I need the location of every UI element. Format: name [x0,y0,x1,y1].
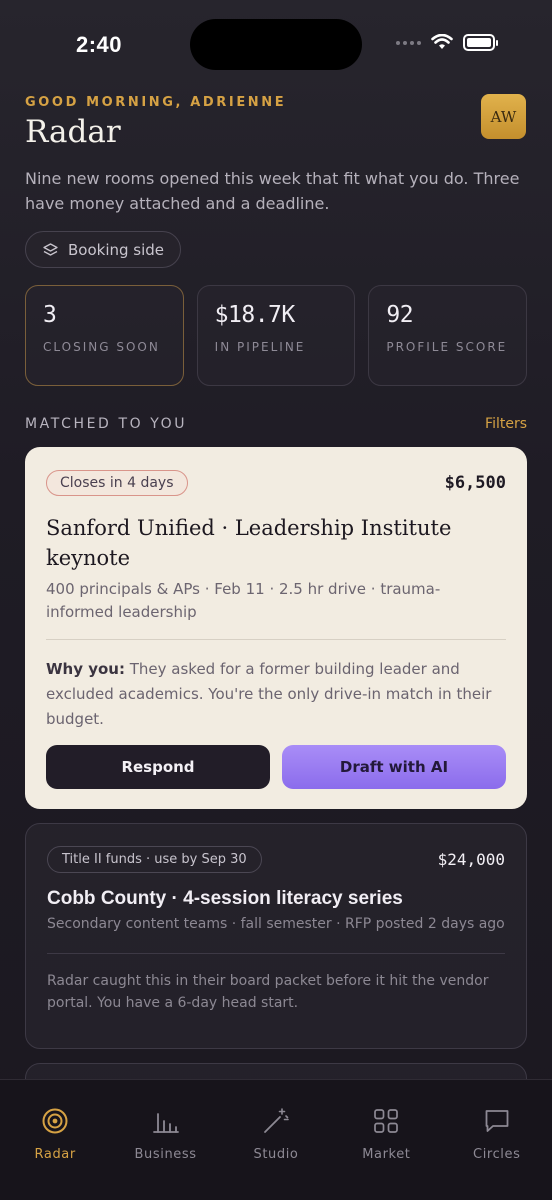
tab-label: Studio [253,1147,299,1162]
respond-button[interactable]: Respond [46,745,270,789]
opportunity-card[interactable]: Title II funds · use by Sep 30 $24,000 C… [25,823,527,1049]
booking-side-label: Booking side [68,240,165,259]
why-you-label: Why you: [46,660,125,678]
filters-link[interactable]: Filters [485,416,527,432]
layers-icon [43,243,58,256]
wifi-icon [431,34,453,49]
tab-label: Market [362,1147,411,1162]
clock: 2:40 [76,32,123,57]
opportunity-meta: Secondary content teams · fall semester … [47,916,505,932]
greeting: GOOD MORNING, ADRIENNE [25,95,287,110]
stat-value: 3 [43,302,57,328]
chat-icon [485,1110,509,1132]
page-title: Radar [25,114,121,150]
tab-studio[interactable]: Studio [221,1080,331,1200]
deadline-badge: Closes in 4 days [46,470,188,496]
opportunity-price: $6,500 [444,473,506,493]
tab-label: Business [134,1147,197,1162]
stat-label: PROFILE SCORE [386,340,508,354]
stat-profile-score[interactable]: 92 PROFILE SCORE [368,285,528,386]
tab-business[interactable]: Business [110,1080,220,1200]
opportunity-price: $24,000 [437,850,505,869]
magic-wand-icon [264,1108,289,1133]
stats-row: 3 CLOSING SOON $18.7K IN PIPELINE 92 PRO… [25,285,528,386]
opportunity-note: Radar caught this in their board packet … [47,973,489,1011]
section-header: MATCHED TO YOU Filters [25,416,527,432]
section-title: MATCHED TO YOU [25,416,188,432]
battery-icon [463,34,498,51]
tab-bar: Radar Business Studio Market Circles [0,1079,552,1200]
tab-market[interactable]: Market [331,1080,441,1200]
why-you-text: Why you: They asked for a former buildin… [46,657,506,732]
opportunity-meta: 400 principals & APs · Feb 11 · 2.5 hr d… [46,580,441,621]
dynamic-island [190,19,362,70]
status-icons [396,34,498,51]
signal-icon [396,40,421,45]
funding-badge: Title II funds · use by Sep 30 [47,846,262,873]
stat-pipeline[interactable]: $18.7K IN PIPELINE [196,285,356,386]
status-bar: 2:40 [0,0,552,88]
stat-label: IN PIPELINE [214,340,306,354]
page-subtitle: Nine new rooms opened this week that fit… [25,169,520,213]
stat-closing-soon[interactable]: 3 CLOSING SOON [25,285,184,386]
grid-icon [374,1109,399,1133]
stat-label: CLOSING SOON [43,340,160,354]
stat-value: 92 [386,302,414,328]
tab-radar[interactable]: Radar [0,1080,110,1200]
booking-side-chip[interactable]: Booking side [25,231,182,268]
tab-label: Circles [473,1147,521,1162]
opportunity-title: Sanford Unified · Leadership Institute k… [46,516,452,570]
radar-icon [42,1108,68,1134]
stat-value: $18.7K [214,302,296,328]
opportunity-card-featured[interactable]: Closes in 4 days $6,500 Sanford Unified … [25,447,527,809]
tab-circles[interactable]: Circles [442,1080,552,1200]
tab-label: Radar [34,1147,76,1162]
card-actions: Respond Draft with AI [46,745,506,789]
bar-chart-icon [152,1113,179,1133]
avatar[interactable]: AW [481,94,526,139]
divider [46,639,506,640]
draft-with-ai-button[interactable]: Draft with AI [282,745,506,789]
opportunity-title: Cobb County · 4-session literacy series [47,888,403,909]
divider [47,953,505,954]
